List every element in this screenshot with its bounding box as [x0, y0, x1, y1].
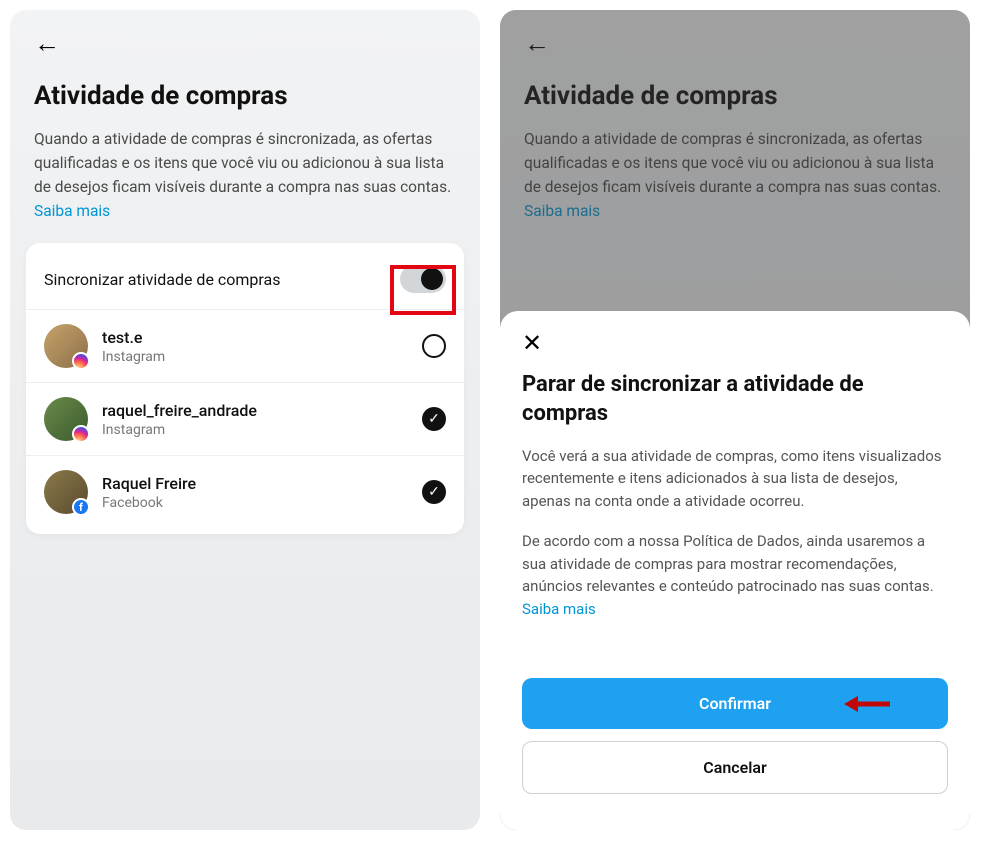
account-platform: Facebook	[102, 495, 422, 511]
sheet-learn-more-link[interactable]: Saiba mais	[522, 600, 596, 618]
instagram-badge-icon	[72, 425, 90, 443]
screen-settings: ← Atividade de compras Quando a atividad…	[10, 10, 480, 830]
sheet-p2-text: De acordo com a nossa Política de Dados,…	[522, 532, 934, 595]
sheet-paragraph-1: Você verá a sua atividade de compras, co…	[522, 445, 948, 513]
cancel-button-label: Cancelar	[703, 758, 766, 777]
annotation-arrow-icon	[844, 692, 892, 716]
desc-text: Quando a atividade de compras é sincroni…	[34, 130, 451, 196]
account-row[interactable]: test.e Instagram	[26, 310, 464, 383]
account-row[interactable]: f Raquel Freire Facebook ✓	[26, 456, 464, 528]
cancel-button[interactable]: Cancelar	[522, 741, 948, 794]
account-info: test.e Instagram	[102, 328, 422, 365]
instagram-badge-icon	[72, 352, 90, 370]
check-icon[interactable]: ✓	[422, 480, 446, 504]
facebook-badge-icon: f	[72, 498, 90, 516]
avatar: f	[44, 470, 88, 514]
account-row[interactable]: raquel_freire_andrade Instagram ✓	[26, 383, 464, 456]
page-title: Atividade de compras	[34, 81, 456, 111]
sheet-paragraph-2: De acordo com a nossa Política de Dados,…	[522, 530, 948, 620]
confirm-sheet: ✕ Parar de sincronizar a atividade de co…	[500, 311, 970, 830]
sync-toggle-label: Sincronizar atividade de compras	[44, 270, 280, 289]
account-info: raquel_freire_andrade Instagram	[102, 401, 422, 438]
back-arrow-icon[interactable]: ←	[34, 28, 60, 59]
confirm-button-label: Confirmar	[699, 694, 771, 713]
check-icon[interactable]: ✓	[422, 407, 446, 431]
account-platform: Instagram	[102, 422, 422, 438]
learn-more-link[interactable]: Saiba mais	[34, 202, 110, 220]
sync-toggle-row: Sincronizar atividade de compras	[26, 249, 464, 310]
page-description: Quando a atividade de compras é sincroni…	[34, 127, 456, 223]
confirm-button[interactable]: Confirmar	[522, 678, 948, 729]
screen-confirm-dialog: ← Atividade de compras Quando a atividad…	[500, 10, 970, 830]
account-name: Raquel Freire	[102, 474, 422, 493]
avatar	[44, 397, 88, 441]
sync-toggle[interactable]	[400, 265, 446, 293]
account-info: Raquel Freire Facebook	[102, 474, 422, 511]
avatar	[44, 324, 88, 368]
sheet-title: Parar de sincronizar a atividade de comp…	[522, 371, 948, 428]
close-icon[interactable]: ✕	[522, 329, 542, 357]
sync-card: Sincronizar atividade de compras test.e …	[26, 243, 464, 534]
account-name: raquel_freire_andrade	[102, 401, 422, 420]
radio-unchecked-icon[interactable]	[422, 334, 446, 358]
account-name: test.e	[102, 328, 422, 347]
account-platform: Instagram	[102, 349, 422, 365]
toggle-knob	[421, 268, 443, 290]
